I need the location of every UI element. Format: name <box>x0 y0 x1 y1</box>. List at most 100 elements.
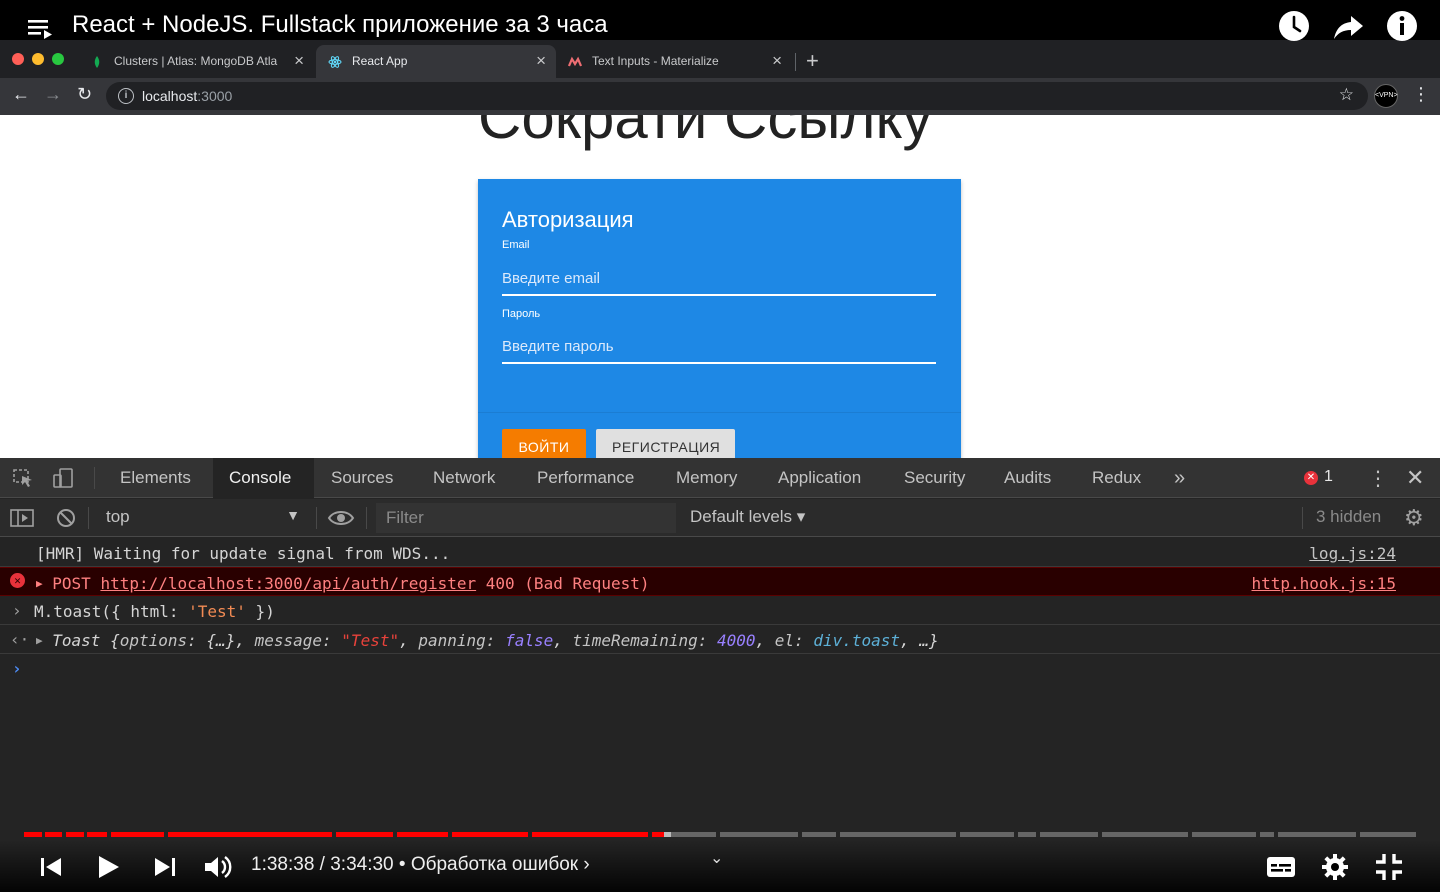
toolbar-separator <box>366 507 367 529</box>
bookmark-star-icon[interactable]: ☆ <box>1339 85 1354 105</box>
tab-sources[interactable]: Sources <box>315 458 409 498</box>
progress-segment[interactable] <box>1360 832 1416 837</box>
new-tab-button[interactable]: + <box>806 48 819 74</box>
tab-title: Clusters | Atlas: MongoDB Atla <box>114 54 278 68</box>
previous-video-icon[interactable] <box>36 852 66 882</box>
progress-segment[interactable] <box>652 832 665 837</box>
password-field[interactable] <box>502 330 936 364</box>
back-arrow-icon[interactable]: ← <box>12 84 30 105</box>
progress-segment[interactable] <box>1192 832 1256 837</box>
more-tabs-icon[interactable]: » <box>1158 458 1201 498</box>
volume-icon[interactable] <box>202 852 232 882</box>
device-toolbar-icon[interactable] <box>52 468 74 488</box>
tab-network[interactable]: Network <box>417 458 511 498</box>
error-request-url[interactable]: http://localhost:3000/api/auth/register <box>100 574 476 593</box>
toolbar-separator <box>1302 507 1303 529</box>
tab-separator <box>795 53 796 71</box>
log-levels-dropdown[interactable]: Default levels ▾ <box>690 507 805 527</box>
progress-segment[interactable] <box>111 832 164 837</box>
progress-segment[interactable] <box>168 832 332 837</box>
next-video-icon[interactable] <box>150 852 180 882</box>
tab-security[interactable]: Security <box>888 458 981 498</box>
progress-segment[interactable] <box>1018 832 1036 837</box>
video-title[interactable]: React + NodeJS. Fullstack приложение за … <box>72 11 608 39</box>
browser-tab-mongodb[interactable]: Clusters | Atlas: MongoDB Atla × <box>78 45 314 78</box>
progress-segment[interactable] <box>24 832 42 837</box>
time-and-chapter[interactable]: 1:38:38 / 3:34:30 • Обработка ошибок › <box>251 854 590 876</box>
progress-segment[interactable] <box>840 832 956 837</box>
inspect-element-icon[interactable] <box>12 468 34 488</box>
address-bar[interactable]: i localhost:3000 ☆ <box>106 82 1368 110</box>
sidebar-toggle-icon[interactable] <box>10 508 34 528</box>
progress-segment[interactable] <box>1278 832 1356 837</box>
chapter-expand-chevron-icon[interactable]: ⌄ <box>710 848 723 868</box>
progress-segment[interactable] <box>66 832 84 837</box>
browser-menu-icon[interactable]: ⋮ <box>1412 84 1430 105</box>
progress-segment[interactable] <box>336 832 393 837</box>
tab-elements[interactable]: Elements <box>104 458 207 498</box>
play-icon[interactable] <box>92 852 122 882</box>
progress-segment[interactable] <box>532 832 648 837</box>
console-settings-gear-icon[interactable]: ⚙ <box>1404 505 1424 531</box>
tab-close-icon[interactable]: × <box>772 51 782 71</box>
browser-tab-react-app[interactable]: React App × <box>316 45 556 78</box>
expand-triangle-icon[interactable]: ▶ <box>36 634 43 647</box>
tab-performance[interactable]: Performance <box>521 458 650 498</box>
progress-segment[interactable] <box>45 832 62 837</box>
settings-gear-icon[interactable] <box>1320 852 1350 882</box>
login-button[interactable]: Войти <box>502 429 586 458</box>
devtools-close-icon[interactable]: ✕ <box>1406 465 1424 491</box>
dropdown-caret-icon: ▼ <box>286 507 300 523</box>
register-button[interactable]: Регистрация <box>596 429 735 458</box>
live-expression-eye-icon[interactable] <box>327 508 355 528</box>
progress-segment[interactable] <box>1040 832 1098 837</box>
context-selector[interactable]: top ▼ <box>98 505 308 531</box>
expand-triangle-icon[interactable]: ▶ <box>36 577 43 590</box>
source-link[interactable]: http.hook.js:15 <box>1252 574 1397 593</box>
progress-segment[interactable] <box>1260 832 1274 837</box>
exit-fullscreen-icon[interactable] <box>1374 852 1404 882</box>
site-info-icon[interactable]: i <box>118 88 134 104</box>
devtools-menu-icon[interactable]: ⋮ <box>1368 466 1388 491</box>
progress-segment[interactable] <box>452 832 528 837</box>
window-close-button[interactable] <box>12 53 24 65</box>
console-filter-input[interactable] <box>376 503 676 533</box>
progress-segment[interactable] <box>1102 832 1188 837</box>
tab-audits[interactable]: Audits <box>988 458 1067 498</box>
video-progress-bar[interactable] <box>24 832 1416 837</box>
progress-segment[interactable] <box>671 832 716 837</box>
browser-tab-materialize[interactable]: Text Inputs - Materialize × <box>556 45 792 78</box>
devtools-panel: Elements Console Sources Network Perform… <box>0 458 1440 892</box>
console-output[interactable]: [HMR] Waiting for update signal from WDS… <box>0 538 1440 683</box>
progress-segment[interactable] <box>87 832 107 837</box>
progress-segment[interactable] <box>664 832 672 837</box>
vpn-extension-icon[interactable]: <VPN> <box>1374 84 1398 108</box>
tab-close-icon[interactable]: × <box>536 51 546 71</box>
window-minimize-button[interactable] <box>32 53 44 65</box>
tab-application[interactable]: Application <box>762 458 877 498</box>
mongodb-leaf-icon <box>94 56 100 68</box>
clear-console-icon[interactable] <box>55 507 77 529</box>
info-icon[interactable] <box>1386 10 1418 42</box>
subtitles-icon[interactable] <box>1266 852 1296 882</box>
toolbar-separator <box>316 507 317 529</box>
source-link[interactable]: log.js:24 <box>1309 544 1396 563</box>
tab-redux[interactable]: Redux <box>1076 458 1157 498</box>
tab-console[interactable]: Console <box>213 458 314 498</box>
watch-later-icon[interactable] <box>1278 10 1310 42</box>
progress-segment[interactable] <box>397 832 448 837</box>
tab-close-icon[interactable]: × <box>294 51 304 71</box>
error-counter[interactable]: ✕ 1 <box>1304 468 1333 486</box>
tab-memory[interactable]: Memory <box>660 458 753 498</box>
email-field[interactable] <box>502 262 936 296</box>
share-icon[interactable] <box>1332 10 1364 42</box>
window-maximize-button[interactable] <box>52 53 64 65</box>
progress-segment[interactable] <box>960 832 1014 837</box>
forward-arrow-icon[interactable]: → <box>44 84 62 105</box>
console-prompt-row[interactable]: › <box>0 654 1440 683</box>
playlist-icon[interactable] <box>26 14 54 40</box>
reload-icon[interactable]: ↻ <box>77 84 92 105</box>
url-text[interactable]: localhost:3000 <box>142 88 232 104</box>
progress-segment[interactable] <box>802 832 836 837</box>
progress-segment[interactable] <box>720 832 798 837</box>
